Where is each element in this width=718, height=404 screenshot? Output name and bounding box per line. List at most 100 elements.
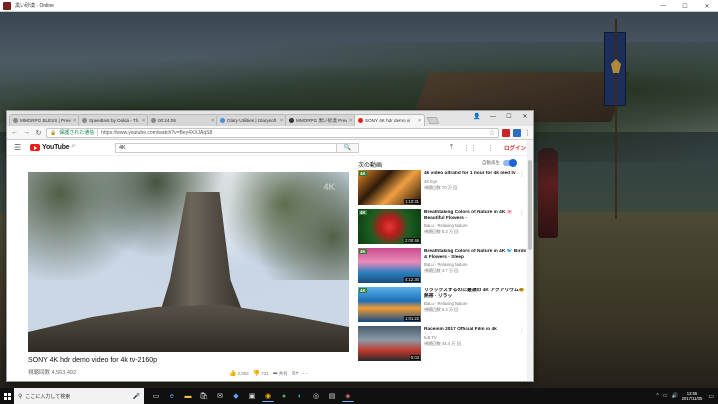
recommended-title[interactable]: Breathtaking Colors of Nature in 4K 🌸 Be… (424, 210, 528, 221)
more-vertical-icon[interactable]: ⋮ (519, 327, 525, 334)
microphone-icon[interactable]: 🎤 (133, 393, 140, 400)
app-icon-gray[interactable]: ▣ (246, 390, 258, 402)
forward-arrow-icon[interactable]: → (22, 128, 31, 137)
app-icon-cyan[interactable]: ◐ (294, 390, 306, 402)
recommended-title[interactable]: Breathtaking Colors of Nature in 4K 🐦 Bi… (424, 249, 528, 260)
app-icon-steam[interactable]: ◎ (310, 390, 322, 402)
tab-kuroi-sabaku[interactable]: MMORPG 黒い砂漠 Previ × (285, 114, 356, 126)
recommended-video[interactable]: 4K 1:10:31 4k video ultrahd for 1 hour f… (358, 170, 528, 208)
login-button[interactable]: ログイン (504, 144, 526, 152)
app-icon-blue[interactable]: ◆ (230, 390, 242, 402)
search-input[interactable]: 4K (115, 142, 337, 153)
profile-icon[interactable]: 👤 (469, 111, 485, 122)
mail-icon[interactable]: ✉ (214, 390, 226, 402)
video-thumbnail[interactable]: 4K 1:01:22 (358, 287, 421, 322)
tab-close-icon[interactable]: × (142, 118, 145, 124)
game-maximize-button[interactable]: ☐ (674, 0, 696, 12)
more-actions-button[interactable]: ··· (303, 371, 309, 377)
chrome-menu-icon[interactable]: ⋮ (524, 129, 531, 137)
tab-timer[interactable]: 00:24:06 × (147, 114, 218, 126)
tab-glary[interactable]: Glary Utilities | Glarysoft × (216, 114, 287, 126)
share-button[interactable]: ➦ 共有 (273, 370, 288, 378)
channel-name[interactable]: ILB TV (424, 335, 528, 340)
address-bar[interactable]: 🔒 保護された通信 https://www.youtube.com/watch?… (46, 127, 499, 138)
store-icon[interactable]: 🛍 (198, 390, 210, 402)
recommended-video[interactable]: 5:03 Raceism 2017 Official Film in 4k IL… (358, 326, 528, 364)
video-thumbnail[interactable]: 4K 4:12:30 (358, 248, 421, 283)
file-explorer-icon[interactable]: ▬ (182, 390, 194, 402)
like-button[interactable]: 👍 2,902 (229, 370, 249, 377)
game-minimize-button[interactable]: — (652, 0, 674, 12)
extension-icon-blue[interactable] (513, 128, 521, 137)
more-vertical-icon[interactable]: ⋮ (519, 210, 525, 217)
bookmark-star-icon[interactable]: ☆ (489, 129, 495, 137)
tab-close-icon[interactable]: × (349, 118, 352, 124)
more-vertical-icon[interactable]: ⋮ (519, 288, 525, 295)
dislike-button[interactable]: 👎 721 (253, 370, 269, 377)
task-view-icon[interactable]: ▭ (150, 390, 162, 402)
chrome-close-button[interactable]: ✕ (517, 111, 533, 122)
apps-grid-icon[interactable]: ⋮⋮ (463, 144, 477, 152)
scrollbar-thumb[interactable] (528, 160, 532, 250)
chrome-maximize-button[interactable]: ☐ (501, 111, 517, 122)
chrome-minimize-button[interactable]: — (485, 111, 501, 122)
add-to-playlist-button[interactable]: ≡+ (292, 371, 299, 377)
secure-connection-label: 保護された通信 (59, 130, 95, 136)
channel-name[interactable]: BaLu - Relaxing Nature (424, 223, 528, 228)
tab-close-icon[interactable]: × (73, 118, 76, 124)
autoplay-toggle[interactable] (503, 159, 517, 167)
tab-youtube-sony[interactable]: SONY 4K hdr demo vi × (354, 114, 425, 126)
start-button[interactable] (0, 388, 14, 404)
network-icon[interactable]: ▭ (663, 393, 668, 399)
video-thumbnail[interactable]: 4K 2:00:46 (358, 209, 421, 244)
black-desert-icon[interactable]: ◈ (342, 390, 354, 402)
url-text[interactable]: https://www.youtube.com/watch?v=Bey4XXJA… (101, 130, 485, 136)
recommended-video[interactable]: 4K 2:00:46 Breathtaking Colors of Nature… (358, 209, 528, 247)
edge-icon[interactable]: e (166, 390, 178, 402)
recommended-video[interactable]: 4K 1:01:22 リラックスするのに最適の 4K アクアリウム🐠 熱帯 · … (358, 287, 528, 325)
volume-icon[interactable]: 🔊 (671, 393, 677, 399)
video-thumbnail[interactable]: 4K 1:10:31 (358, 170, 421, 205)
page-scrollbar[interactable] (527, 140, 533, 381)
more-vertical-icon[interactable]: ⋮ (487, 144, 494, 152)
back-arrow-icon[interactable]: ← (10, 128, 19, 137)
more-vertical-icon[interactable]: ⋮ (519, 171, 525, 178)
tab-close-icon[interactable]: × (211, 118, 214, 124)
video-thumbnail[interactable]: 5:03 (358, 326, 421, 361)
search-button[interactable]: 🔍 (337, 142, 359, 153)
tab-favicon (220, 118, 225, 123)
channel-name[interactable]: BaLu - Relaxing Nature (424, 262, 528, 267)
action-center-icon[interactable]: ▭ (708, 393, 714, 400)
video-view-count: 視聴回数 4,563,492 (28, 370, 76, 376)
recommended-title[interactable]: 4k video ultrahd for 1 hour for 4k oled … (424, 171, 528, 177)
recommended-title[interactable]: リラックスするのに最適の 4K アクアリウム🐠 熱帯 · リラッ (424, 288, 528, 299)
clock[interactable]: 13:55 2017/11/05 (682, 391, 703, 401)
extension-icon-red[interactable] (502, 128, 510, 137)
recommended-video[interactable]: 4K 4:12:30 Breathtaking Colors of Nature… (358, 248, 528, 286)
more-vertical-icon[interactable]: ⋮ (519, 249, 525, 256)
youtube-logo[interactable]: YouTube JP (30, 144, 90, 151)
taskbar-search[interactable]: ⚲ ここに入力して検索 🎤 (14, 388, 144, 404)
game-close-button[interactable]: ✕ (696, 0, 718, 12)
omnibox-separator (97, 129, 99, 136)
chrome-icon[interactable]: ◉ (262, 390, 274, 402)
reload-icon[interactable]: ↻ (34, 128, 43, 137)
app-icon-green[interactable]: ● (278, 390, 290, 402)
thumbs-up-icon: 👍 (229, 371, 237, 377)
tab-close-icon[interactable]: × (418, 118, 421, 124)
search-icon: ⚲ (18, 393, 23, 400)
upload-icon[interactable]: ⤒ (450, 144, 453, 152)
channel-name[interactable]: 4K Eye (424, 179, 528, 184)
app-icon-game[interactable]: ▤ (326, 390, 338, 402)
new-tab-button[interactable] (426, 117, 440, 124)
tab-close-icon[interactable]: × (280, 118, 283, 124)
tab-favicon (151, 118, 156, 123)
game-app-icon (3, 1, 11, 10)
recommended-title[interactable]: Raceism 2017 Official Film in 4k (424, 327, 528, 333)
video-player[interactable]: 4K (28, 172, 349, 352)
tab-bless[interactable]: MMORPG BLESS | Previ × (9, 114, 80, 126)
hamburger-menu-icon[interactable]: ☰ (14, 143, 24, 152)
show-hidden-icons-icon[interactable]: ^ (656, 393, 658, 399)
channel-name[interactable]: BaLu - Relaxing Nature (424, 301, 528, 306)
tab-speedtest[interactable]: Speedtest by Ookla - Th × (78, 114, 149, 126)
